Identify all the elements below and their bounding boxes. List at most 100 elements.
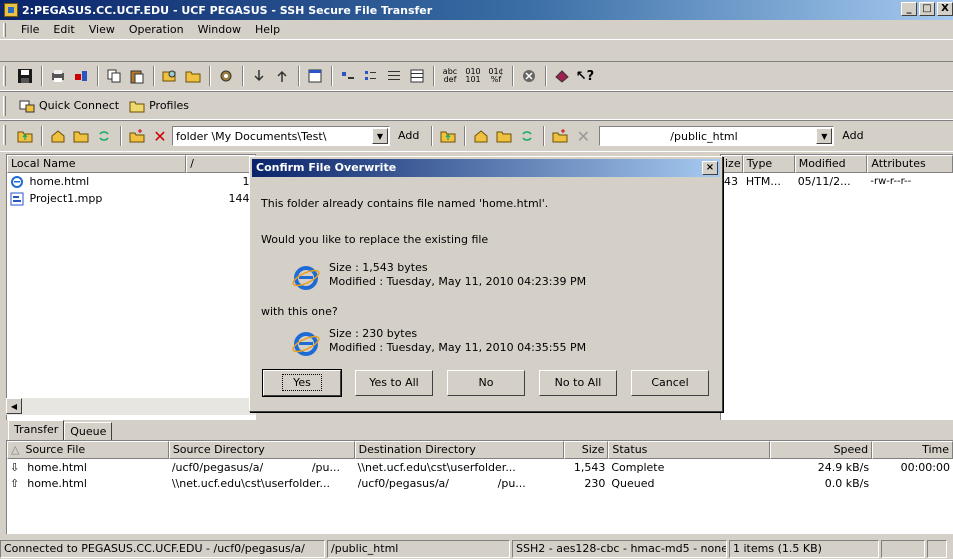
confirm-overwrite-dialog: Confirm File Overwrite × This folder alr… <box>249 156 723 412</box>
menu-grip[interactable] <box>3 23 6 37</box>
local-delete-icon[interactable]: ✕ <box>149 125 171 147</box>
remote-type-header[interactable]: Type <box>742 155 795 173</box>
quick-connect-label: Quick Connect <box>39 99 120 112</box>
menu-file[interactable]: File <box>14 21 46 39</box>
menu-window[interactable]: Window <box>191 21 248 39</box>
chevron-down-icon[interactable]: ▼ <box>372 128 388 144</box>
scroll-left-icon[interactable]: ◀ <box>6 398 22 414</box>
local-refresh-icon[interactable] <box>93 125 115 147</box>
toolbar-grip[interactable] <box>3 96 6 116</box>
large-icons-icon[interactable] <box>337 65 359 87</box>
list-view-icon[interactable] <box>383 65 405 87</box>
small-icons-icon[interactable] <box>360 65 382 87</box>
save-icon[interactable] <box>14 65 36 87</box>
whats-this-icon[interactable]: ↖? <box>574 65 596 87</box>
toolbar-grip[interactable] <box>3 66 6 86</box>
toolbar-separator <box>464 126 467 146</box>
remote-size-header[interactable]: ize <box>721 155 743 173</box>
local-new-folder-icon[interactable] <box>126 125 148 147</box>
sort-indicator-icon: △ <box>11 443 20 456</box>
copy-icon[interactable] <box>103 65 125 87</box>
local-name-header[interactable]: Local Name <box>7 155 187 173</box>
resize-grip-icon[interactable] <box>927 540 947 558</box>
menu-help[interactable]: Help <box>248 21 287 39</box>
local-file-pane[interactable]: Local Name / home.html 1, Project1.mpp 1… <box>6 154 256 420</box>
transfer-row[interactable]: ⇧ home.html \\net.ucf.edu\cst\userfolder.… <box>7 475 953 491</box>
remote-new-folder-icon[interactable] <box>549 125 571 147</box>
open-folder-icon[interactable] <box>182 65 204 87</box>
auto-mode-icon[interactable]: 01¢ %f <box>485 65 507 87</box>
local-home-icon[interactable] <box>47 125 69 147</box>
speed-header[interactable]: Speed <box>770 441 873 459</box>
close-button[interactable]: X <box>937 2 953 16</box>
yes-button[interactable]: Yes <box>262 369 342 397</box>
details-view-icon[interactable] <box>406 65 428 87</box>
menu-edit[interactable]: Edit <box>46 21 81 39</box>
local-path-combo[interactable]: folder \My Documents\Test\ ▼ <box>172 126 390 146</box>
transfer-speed: 0.0 kB/s <box>824 476 870 490</box>
remote-file-pane[interactable]: ize Type Modified Attributes 43 HTM... 0… <box>720 154 953 420</box>
disconnect-icon[interactable] <box>70 65 92 87</box>
paste-icon[interactable] <box>126 65 148 87</box>
transfer-size: 230 <box>584 476 606 490</box>
toolbar-grip[interactable] <box>3 125 6 145</box>
title-bar[interactable]: 2:PEGASUS.CC.UCF.EDU - UCF PEGASUS - SSH… <box>0 0 953 20</box>
tab-queue[interactable]: Queue <box>64 422 113 440</box>
new-window-icon[interactable] <box>304 65 326 87</box>
remote-delete-icon[interactable]: ✕ <box>572 125 594 147</box>
local-add-button[interactable]: Add <box>390 125 427 147</box>
transfer-list[interactable]: △ Source File Source Directory Destinatio… <box>6 440 953 534</box>
file-size: 43 <box>724 175 738 188</box>
find-icon[interactable] <box>159 65 181 87</box>
dialog-close-button[interactable]: × <box>702 161 718 175</box>
settings-icon[interactable] <box>215 65 237 87</box>
local-file-row[interactable]: Project1.mpp 144, <box>7 190 256 207</box>
no-button[interactable]: No <box>447 370 525 396</box>
remote-parent-folder-icon[interactable] <box>493 125 515 147</box>
chevron-down-icon[interactable]: ▼ <box>816 128 833 144</box>
remote-refresh-icon[interactable] <box>516 125 538 147</box>
local-horizontal-scrollbar[interactable]: ◀ <box>6 398 256 415</box>
remote-home-icon[interactable] <box>470 125 492 147</box>
file-name: Project1.mpp <box>29 191 103 205</box>
stop-icon[interactable] <box>518 65 540 87</box>
transfer-tabs: Transfer Queue <box>8 420 113 440</box>
local-file-row[interactable]: home.html 1, <box>7 173 256 190</box>
status-header[interactable]: Status <box>608 441 771 459</box>
upload-icon[interactable] <box>271 65 293 87</box>
transfer-destination: \\net.ucf.edu\cst\userfolder... <box>357 460 516 474</box>
tab-transfer[interactable]: Transfer <box>8 420 65 440</box>
dialog-title-bar[interactable]: Confirm File Overwrite × <box>252 159 720 177</box>
source-directory-header[interactable]: Source Directory <box>168 441 355 459</box>
maximize-button[interactable]: □ <box>919 2 935 16</box>
size-header[interactable]: Size <box>564 441 609 459</box>
profiles-button[interactable]: Profiles <box>124 95 194 117</box>
download-icon[interactable] <box>248 65 270 87</box>
yes-to-all-button[interactable]: Yes to All <box>355 370 433 396</box>
quick-connect-button[interactable]: Quick Connect <box>14 95 124 117</box>
help-book-icon[interactable] <box>551 65 573 87</box>
destination-directory-header[interactable]: Destination Directory <box>354 441 565 459</box>
minimize-button[interactable]: _ <box>901 2 917 16</box>
transfer-row[interactable]: ⇩ home.html /ucf0/pegasus/a/ /pu... \\net.… <box>7 459 953 475</box>
no-to-all-button[interactable]: No to All <box>539 370 617 396</box>
remote-up-folder-icon[interactable] <box>437 125 459 147</box>
source-file-header[interactable]: △ Source File <box>7 441 169 459</box>
toolbar-separator <box>41 66 43 86</box>
menu-operation[interactable]: Operation <box>122 21 191 39</box>
remote-attributes-header[interactable]: Attributes <box>867 155 953 173</box>
cancel-button[interactable]: Cancel <box>631 370 709 396</box>
local-parent-folder-icon[interactable] <box>70 125 92 147</box>
menu-view[interactable]: View <box>82 21 122 39</box>
print-icon[interactable] <box>47 65 69 87</box>
ascii-mode-icon[interactable]: abc def <box>439 65 461 87</box>
ie-file-icon <box>292 266 320 290</box>
time-header[interactable]: Time <box>872 441 953 459</box>
local-up-folder-icon[interactable] <box>14 125 36 147</box>
remote-path-combo[interactable]: /public_html ▼ <box>599 126 835 146</box>
remote-file-row[interactable]: 43 HTM... 05/11/2... -rw-r--r-- <box>721 173 953 190</box>
local-sort-header[interactable]: / <box>186 155 256 173</box>
binary-mode-icon[interactable]: 010 101 <box>462 65 484 87</box>
remote-add-button[interactable]: Add <box>834 125 871 147</box>
remote-modified-header[interactable]: Modified <box>794 155 868 173</box>
